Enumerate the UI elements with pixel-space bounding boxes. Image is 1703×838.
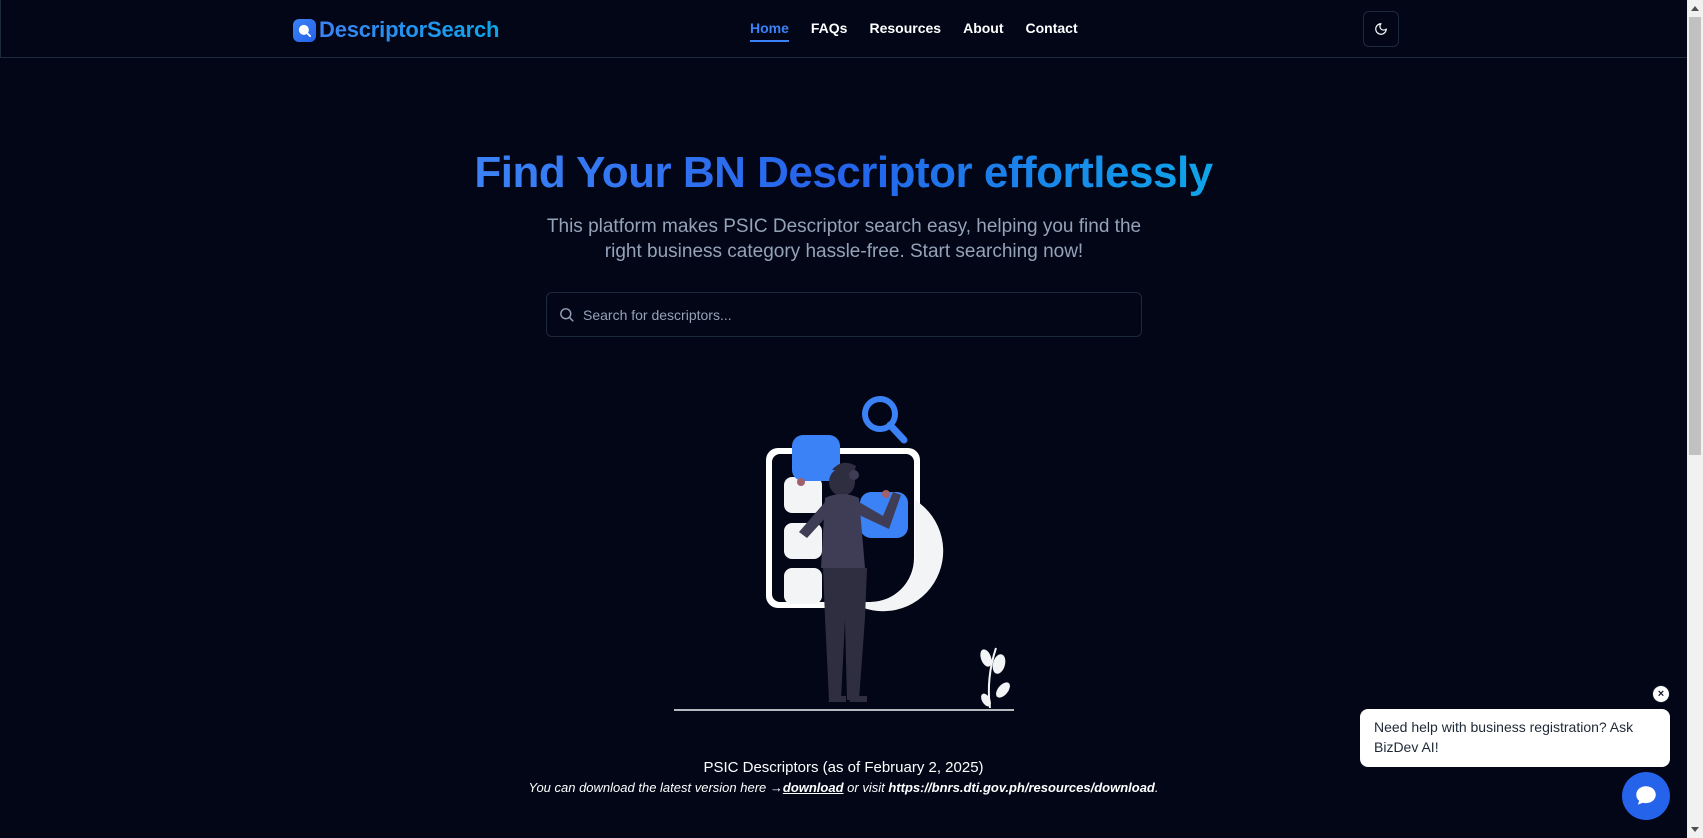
- chat-prompt-bubble[interactable]: Need help with business registration? As…: [1360, 709, 1670, 767]
- nav-resources[interactable]: Resources: [869, 20, 941, 42]
- nav-home[interactable]: Home: [750, 20, 789, 42]
- theme-toggle-button[interactable]: [1363, 11, 1399, 47]
- hero-illustration: [672, 390, 1022, 720]
- logo-text: DescriptorSearch: [319, 17, 500, 42]
- chat-icon: [1636, 786, 1656, 805]
- psic-download-note: You can download the latest version here…: [0, 780, 1687, 795]
- top-navbar: DescriptorSearch Home FAQs Resources Abo…: [0, 0, 1687, 58]
- scroll-thumb[interactable]: [1689, 17, 1701, 455]
- main-nav: Home FAQs Resources About Contact: [750, 20, 1078, 42]
- site-logo[interactable]: DescriptorSearch: [293, 17, 499, 43]
- chat-open-button[interactable]: [1622, 772, 1670, 820]
- page-scrollbar[interactable]: [1687, 0, 1703, 838]
- search-bar[interactable]: [546, 292, 1142, 337]
- search-input[interactable]: [583, 306, 1141, 323]
- search-icon: [558, 306, 575, 323]
- magnifier-illustration-icon: [862, 396, 908, 444]
- download-link[interactable]: download: [783, 780, 844, 795]
- psic-url-text: https://bnrs.dti.gov.ph/resources/downlo…: [888, 780, 1155, 795]
- logo-search-icon: [293, 18, 316, 42]
- moon-icon: [1375, 23, 1387, 35]
- scroll-up-arrow-icon[interactable]: [1691, 6, 1699, 11]
- nav-about[interactable]: About: [963, 20, 1003, 42]
- psic-line-prefix: You can download the latest version here…: [528, 780, 783, 795]
- nav-faqs[interactable]: FAQs: [811, 20, 848, 42]
- psic-line-middle: or visit: [843, 780, 889, 795]
- chat-close-button[interactable]: ×: [1652, 685, 1670, 703]
- psic-line-suffix: .: [1154, 780, 1159, 795]
- nav-contact[interactable]: Contact: [1026, 20, 1078, 42]
- hero-title: Find Your BN Descriptor effortlessly: [474, 148, 1213, 197]
- scroll-down-arrow-icon[interactable]: [1691, 827, 1699, 832]
- hero-subtitle: This platform makes PSIC Descriptor sear…: [546, 216, 1142, 262]
